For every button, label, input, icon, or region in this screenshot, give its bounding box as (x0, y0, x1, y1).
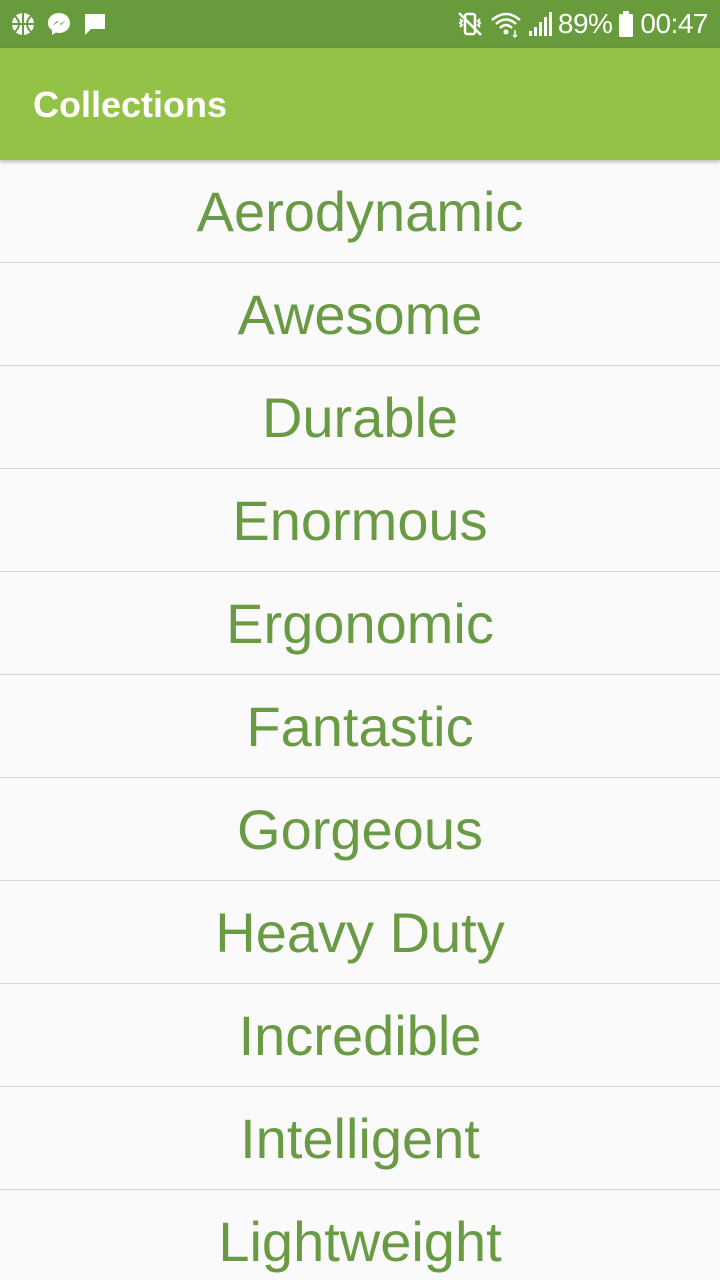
list-item-label: Gorgeous (237, 798, 483, 861)
list-item-label: Ergonomic (226, 592, 494, 655)
page-title: Collections (33, 84, 228, 125)
signal-icon (528, 11, 552, 37)
battery-icon (618, 10, 634, 38)
chat-icon (82, 11, 108, 37)
list-item-label: Durable (261, 386, 459, 449)
list-item-intelligent[interactable]: Intelligent (0, 1087, 720, 1190)
vibrate-mute-icon (456, 10, 484, 38)
list-item-ergonomic[interactable]: Ergonomic (0, 572, 720, 675)
list-item-awesome[interactable]: Awesome (0, 263, 720, 366)
list-item-lightweight[interactable]: Lightweight (0, 1190, 720, 1280)
list-item-label: Aerodynamic (196, 180, 524, 243)
list-item-label: Awesome (237, 283, 483, 346)
list-item-durable[interactable]: Durable (0, 366, 720, 469)
battery-percent: 89% (557, 8, 613, 39)
list-item-label: Enormous (232, 489, 488, 552)
status-bar: 89% 00:47 (0, 0, 720, 48)
list-item-label: Intelligent (240, 1107, 480, 1170)
list-item-label: Heavy Duty (215, 901, 505, 964)
list-item-incredible[interactable]: Incredible (0, 984, 720, 1087)
list-item-enormous[interactable]: Enormous (0, 469, 720, 572)
wifi-icon (490, 10, 522, 38)
list-item-fantastic[interactable]: Fantastic (0, 675, 720, 778)
list-item-heavy-duty[interactable]: Heavy Duty (0, 881, 720, 984)
app-bar: Collections (0, 48, 720, 160)
basketball-icon (10, 11, 36, 37)
clock: 00:47 (640, 8, 708, 39)
system-icons: 89% 00:47 (456, 6, 708, 42)
messenger-icon (46, 11, 72, 37)
list-item-label: Incredible (238, 1004, 482, 1067)
list-item-label: Lightweight (218, 1210, 502, 1273)
list-item-aerodynamic[interactable]: Aerodynamic (0, 160, 720, 263)
notification-icons (10, 10, 108, 38)
list-item-gorgeous[interactable]: Gorgeous (0, 778, 720, 881)
collections-list: Aerodynamic Awesome Durable Enormous Erg… (0, 160, 720, 1280)
list-item-label: Fantastic (246, 695, 474, 758)
